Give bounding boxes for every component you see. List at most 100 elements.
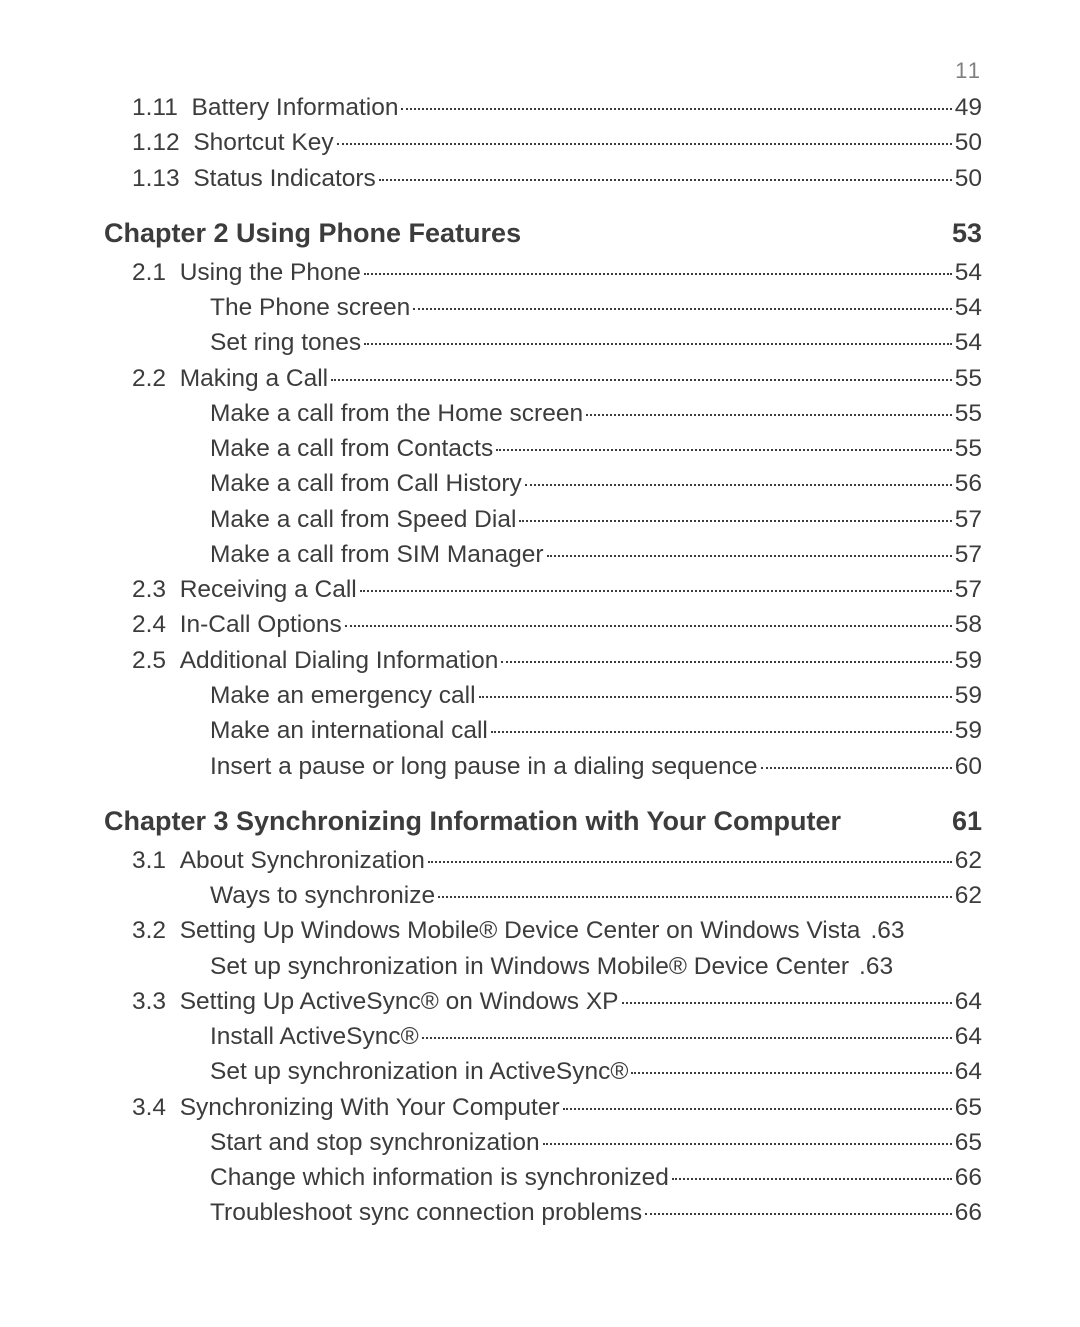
toc-entry-number: 2.1	[132, 255, 180, 290]
toc-entry-page: 59	[955, 713, 982, 748]
toc-entry-title: Setting Up ActiveSync® on Windows XP	[180, 984, 619, 1019]
toc-subentry: Insert a pause or long pause in a dialin…	[210, 749, 982, 784]
leader-dots	[422, 1037, 952, 1039]
toc-entry-number: 3.3	[132, 984, 180, 1019]
toc-entry-page: 55	[955, 431, 982, 466]
toc-entry-title: Set up synchronization in ActiveSync®	[210, 1054, 628, 1089]
toc-entry-page: 50	[955, 161, 982, 196]
leader-dots	[631, 1072, 951, 1074]
toc-entry-title: In-Call Options	[180, 607, 342, 642]
toc-entry-number: 3.1	[132, 843, 180, 878]
toc-entry-page: 55	[955, 396, 982, 431]
toc-subentry: Make a call from Call History56	[210, 466, 982, 501]
toc-entry-title: Using the Phone	[180, 255, 361, 290]
toc-entry-title: Change which information is synchronized	[210, 1160, 669, 1195]
toc-subentry: The Phone screen54	[210, 290, 982, 325]
toc-entry: 1.12 Shortcut Key50	[132, 125, 982, 160]
leader-dots	[401, 108, 951, 110]
page-number: 11	[955, 58, 982, 84]
toc-entry-title: The Phone screen	[210, 290, 410, 325]
toc-entry-page: 55	[955, 361, 982, 396]
toc-entry-page: 60	[955, 749, 982, 784]
toc-subentry: Make a call from SIM Manager57	[210, 537, 982, 572]
toc-entry: 3.4 Synchronizing With Your Computer 65	[132, 1090, 982, 1125]
toc-entry-title: Make a call from Contacts	[210, 431, 493, 466]
toc-entry-title: Ways to synchronize	[210, 878, 435, 913]
toc-subentry: Set ring tones54	[210, 325, 982, 360]
leader-dots	[622, 1002, 952, 1004]
leader-dots	[543, 1143, 952, 1145]
toc-entry-title: Install ActiveSync®	[210, 1019, 419, 1054]
toc-entry-page: 66	[955, 1160, 982, 1195]
leader-dots	[364, 343, 952, 345]
toc-entry-number: 2.5	[132, 643, 180, 678]
toc-subentry: Make a call from Contacts 55	[210, 431, 982, 466]
toc-entry-page: 59	[955, 678, 982, 713]
toc-entry-page: 58	[955, 607, 982, 642]
leader-dots	[337, 143, 952, 145]
chapter-title: Chapter 3 Synchronizing Information with…	[104, 806, 952, 837]
toc-entry-title: Insert a pause or long pause in a dialin…	[210, 749, 758, 784]
leader-dots	[586, 414, 952, 416]
toc-entry-title: Making a Call	[180, 361, 328, 396]
toc-entry: 3.1 About Synchronization62	[132, 843, 982, 878]
toc-entry-number: 1.13	[132, 161, 193, 196]
toc-entry-page: .63	[870, 913, 904, 948]
toc-subentry: Make a call from Speed Dial 57	[210, 502, 982, 537]
leader-dots	[761, 767, 952, 769]
toc-entry-page: 66	[955, 1195, 982, 1230]
toc-entry: 2.3 Receiving a Call57	[132, 572, 982, 607]
toc-entry-title: Start and stop synchronization	[210, 1125, 540, 1160]
chapter-page: 53	[952, 218, 982, 249]
toc-entry-title: Synchronizing With Your Computer	[180, 1090, 560, 1125]
chapter-page: 61	[952, 806, 982, 837]
toc-entry-page: 54	[955, 325, 982, 360]
toc-entry-number: 3.2	[132, 913, 180, 948]
toc-entry: 1.13 Status Indicators 50	[132, 161, 982, 196]
toc-entry-number: 2.4	[132, 607, 180, 642]
leader-dots	[672, 1178, 952, 1180]
toc-entry-page: 57	[955, 572, 982, 607]
toc-entry-page: 65	[955, 1090, 982, 1125]
toc-entry-page: 54	[955, 255, 982, 290]
toc-entry-page: 62	[955, 878, 982, 913]
toc-entry-number: 3.4	[132, 1090, 180, 1125]
toc-entry-number: 2.2	[132, 361, 180, 396]
leader-dots	[519, 520, 951, 522]
leader-dots	[379, 179, 952, 181]
toc-entry-title: Make an international call	[210, 713, 488, 748]
leader-dots	[645, 1213, 952, 1215]
toc-subentry: Make a call from the Home screen 55	[210, 396, 982, 431]
leader-dots	[413, 308, 952, 310]
chapter-title: Chapter 2 Using Phone Features	[104, 218, 952, 249]
leader-dots	[364, 273, 952, 275]
toc-entry: 3.2 Setting Up Windows Mobile® Device Ce…	[132, 913, 982, 948]
toc-entry-title: Shortcut Key	[193, 125, 333, 160]
leader-dots	[428, 861, 952, 863]
toc-entry: 2.1 Using the Phone 54	[132, 255, 982, 290]
toc-subentry: Set up synchronization in Windows Mobile…	[210, 949, 982, 984]
leader-dots	[491, 731, 952, 733]
toc-entry-page: 56	[955, 466, 982, 501]
chapter-heading: Chapter 3 Synchronizing Information with…	[104, 806, 982, 837]
toc-subentry: Troubleshoot sync connection problems66	[210, 1195, 982, 1230]
leader-dots	[331, 379, 952, 381]
toc-entry-title: Make an emergency call	[210, 678, 476, 713]
toc-entry-title: Make a call from Speed Dial	[210, 502, 516, 537]
toc-entry-page: 64	[955, 984, 982, 1019]
toc-entry-title: Battery Information	[191, 90, 398, 125]
toc-entry-title: Additional Dialing Information	[180, 643, 499, 678]
toc-entry-title: Make a call from the Home screen	[210, 396, 583, 431]
toc-entry-page: .63	[859, 949, 893, 984]
toc-entry-page: 65	[955, 1125, 982, 1160]
toc-subentry: Change which information is synchronized…	[210, 1160, 982, 1195]
toc-entry-page: 50	[955, 125, 982, 160]
leader-dots	[496, 449, 952, 451]
toc-entry-page: 57	[955, 502, 982, 537]
toc-subentry: Set up synchronization in ActiveSync®64	[210, 1054, 982, 1089]
table-of-contents: 1.11 Battery Information491.12 Shortcut …	[104, 90, 982, 1231]
toc-entry-page: 59	[955, 643, 982, 678]
toc-entry: 3.3 Setting Up ActiveSync® on Windows XP…	[132, 984, 982, 1019]
toc-entry-title: Status Indicators	[193, 161, 375, 196]
toc-entry: 2.4 In-Call Options 58	[132, 607, 982, 642]
